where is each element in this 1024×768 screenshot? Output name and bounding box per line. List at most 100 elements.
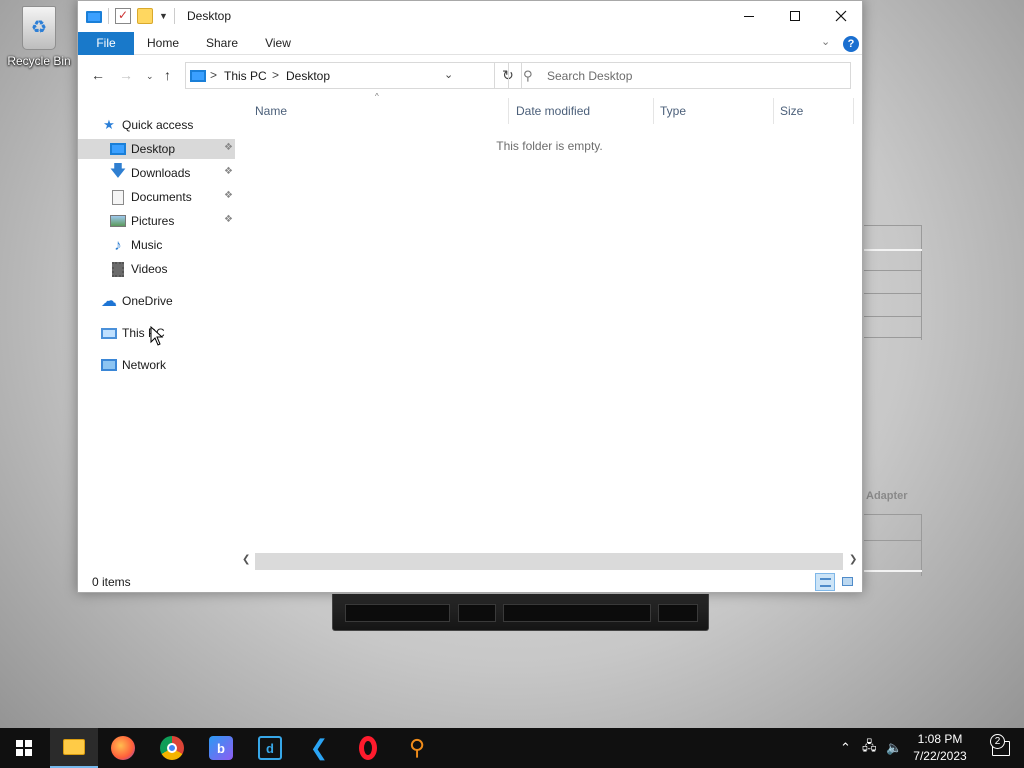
expand-ribbon-chevron-icon[interactable]: ⌄: [821, 35, 830, 48]
this-pc-icon[interactable]: [86, 11, 102, 23]
title-bar[interactable]: ▼ Desktop: [78, 1, 862, 32]
column-divider[interactable]: [853, 98, 854, 124]
search-input[interactable]: [547, 63, 837, 88]
close-button[interactable]: [818, 1, 864, 31]
forward-arrow-icon[interactable]: →: [119, 67, 133, 83]
empty-folder-message: This folder is empty.: [496, 139, 603, 153]
details-view-icon: [820, 578, 831, 587]
file-list[interactable]: ^ Name Date modified Type Size This fold…: [236, 92, 863, 556]
clock-time: 1:08 PM: [917, 732, 963, 746]
background-circuit-board: [332, 594, 709, 631]
taskbar-file-explorer[interactable]: [50, 728, 98, 768]
column-header-date-modified[interactable]: Date modified: [516, 101, 590, 121]
minimize-button[interactable]: [726, 1, 772, 31]
address-bar[interactable]: > This PC > Desktop ⌄: [185, 62, 495, 89]
taskbar-bing[interactable]: b: [197, 728, 245, 768]
pictures-icon: [109, 213, 127, 229]
taskbar-search-tool[interactable]: ⚲: [393, 728, 441, 768]
help-icon[interactable]: ?: [843, 36, 859, 52]
nav-quick-access[interactable]: ★ Quick access: [78, 115, 235, 135]
column-header-size[interactable]: Size: [780, 101, 803, 121]
taskbar-firefox[interactable]: [99, 728, 147, 768]
breadcrumb-separator[interactable]: >: [272, 68, 279, 82]
nav-label: Music: [131, 238, 163, 252]
network-icon: [100, 357, 118, 373]
nav-item-videos[interactable]: Videos: [78, 259, 235, 279]
breadcrumb-this-pc[interactable]: This PC: [224, 69, 267, 83]
new-folder-icon[interactable]: [137, 8, 153, 24]
nav-item-documents[interactable]: Documents ❖: [78, 187, 235, 207]
clock[interactable]: 1:08 PM 7/22/2023: [905, 731, 975, 765]
background-adapter-text: Adapter: [866, 490, 908, 502]
nav-label: Documents: [131, 190, 192, 204]
address-history-chevron-icon[interactable]: ⌄: [444, 68, 453, 81]
column-divider[interactable]: [508, 98, 509, 124]
tab-share[interactable]: Share: [196, 32, 248, 55]
nav-item-downloads[interactable]: 🡇 Downloads ❖: [78, 163, 235, 183]
start-button[interactable]: [0, 728, 48, 768]
chrome-icon: [160, 736, 184, 760]
music-icon: ♪: [114, 236, 122, 254]
scrollbar-thumb[interactable]: [255, 553, 843, 570]
volume-muted-icon[interactable]: 🔈: [886, 728, 902, 768]
taskbar-visual-studio-code[interactable]: ❮: [295, 728, 343, 768]
pin-icon[interactable]: ❖: [224, 142, 233, 153]
maximize-icon: [790, 11, 800, 21]
magnifier-icon: ⚲: [408, 735, 426, 760]
nav-label: Quick access: [122, 118, 194, 132]
show-hidden-icons-chevron-icon[interactable]: ⌃: [840, 728, 851, 768]
taskbar-azure-data-studio[interactable]: d: [246, 728, 294, 768]
recycle-bin[interactable]: Recycle Bin: [6, 6, 72, 68]
nav-network[interactable]: Network: [78, 355, 235, 375]
scroll-left-arrow-icon[interactable]: ❮: [242, 554, 250, 565]
breadcrumb-desktop[interactable]: Desktop: [286, 69, 330, 83]
tab-view[interactable]: View: [254, 32, 302, 55]
videos-icon: [109, 261, 127, 277]
this-pc-icon: [100, 325, 118, 341]
ribbon-tabs: File Home Share View ⌄ ?: [78, 32, 862, 55]
recent-locations-chevron-icon[interactable]: ⌄: [146, 71, 154, 82]
large-icons-view-button[interactable]: [838, 573, 858, 591]
pin-icon[interactable]: ❖: [224, 166, 233, 177]
clock-date: 7/22/2023: [913, 749, 967, 763]
details-view-button[interactable]: [815, 573, 835, 591]
nav-label: Desktop: [131, 142, 176, 156]
horizontal-scrollbar[interactable]: ❮ ❯: [238, 553, 860, 570]
nav-label: Downloads: [131, 166, 191, 180]
column-header-type[interactable]: Type: [660, 101, 686, 121]
vscode-icon: ❮: [309, 735, 329, 760]
taskbar-opera[interactable]: [344, 728, 392, 768]
network-status-icon[interactable]: 🖧: [862, 728, 877, 768]
onedrive-cloud-icon: ☁: [101, 293, 117, 310]
toolbar-separator: [173, 8, 175, 24]
breadcrumb-separator[interactable]: >: [210, 68, 217, 82]
large-icons-view-icon: [842, 577, 853, 586]
pin-icon[interactable]: ❖: [224, 190, 233, 201]
customize-toolbar-chevron-icon[interactable]: ▼: [159, 11, 168, 21]
maximize-button[interactable]: [772, 1, 818, 31]
tab-home[interactable]: Home: [138, 32, 188, 55]
action-center-button[interactable]: 2: [978, 728, 1024, 768]
column-divider[interactable]: [773, 98, 774, 124]
nav-item-music[interactable]: ♪ Music: [78, 235, 235, 255]
nav-item-desktop[interactable]: Desktop ❖: [78, 139, 235, 159]
column-header-name[interactable]: Name: [255, 101, 287, 121]
windows-logo-icon: [16, 740, 32, 756]
sort-ascending-icon: ^: [375, 92, 379, 101]
up-arrow-icon[interactable]: ↑: [164, 67, 171, 83]
address-row: ← → ⌄ ↑ > This PC > Desktop ⌄ ↻ ⚲: [78, 55, 862, 96]
nav-onedrive[interactable]: ☁ OneDrive: [78, 291, 235, 311]
tab-file[interactable]: File: [78, 32, 134, 55]
taskbar-chrome[interactable]: [148, 728, 196, 768]
nav-item-pictures[interactable]: Pictures ❖: [78, 211, 235, 231]
column-divider[interactable]: [653, 98, 654, 124]
this-pc-icon: [190, 70, 206, 82]
back-arrow-icon[interactable]: ←: [91, 67, 105, 83]
opera-icon: [359, 736, 377, 760]
star-icon: ★: [103, 117, 115, 132]
scroll-right-arrow-icon[interactable]: ❯: [849, 554, 857, 565]
pin-icon[interactable]: ❖: [224, 214, 233, 225]
item-count: 0 items: [92, 575, 131, 589]
properties-icon[interactable]: [115, 8, 131, 24]
search-box[interactable]: ⚲: [508, 62, 851, 89]
